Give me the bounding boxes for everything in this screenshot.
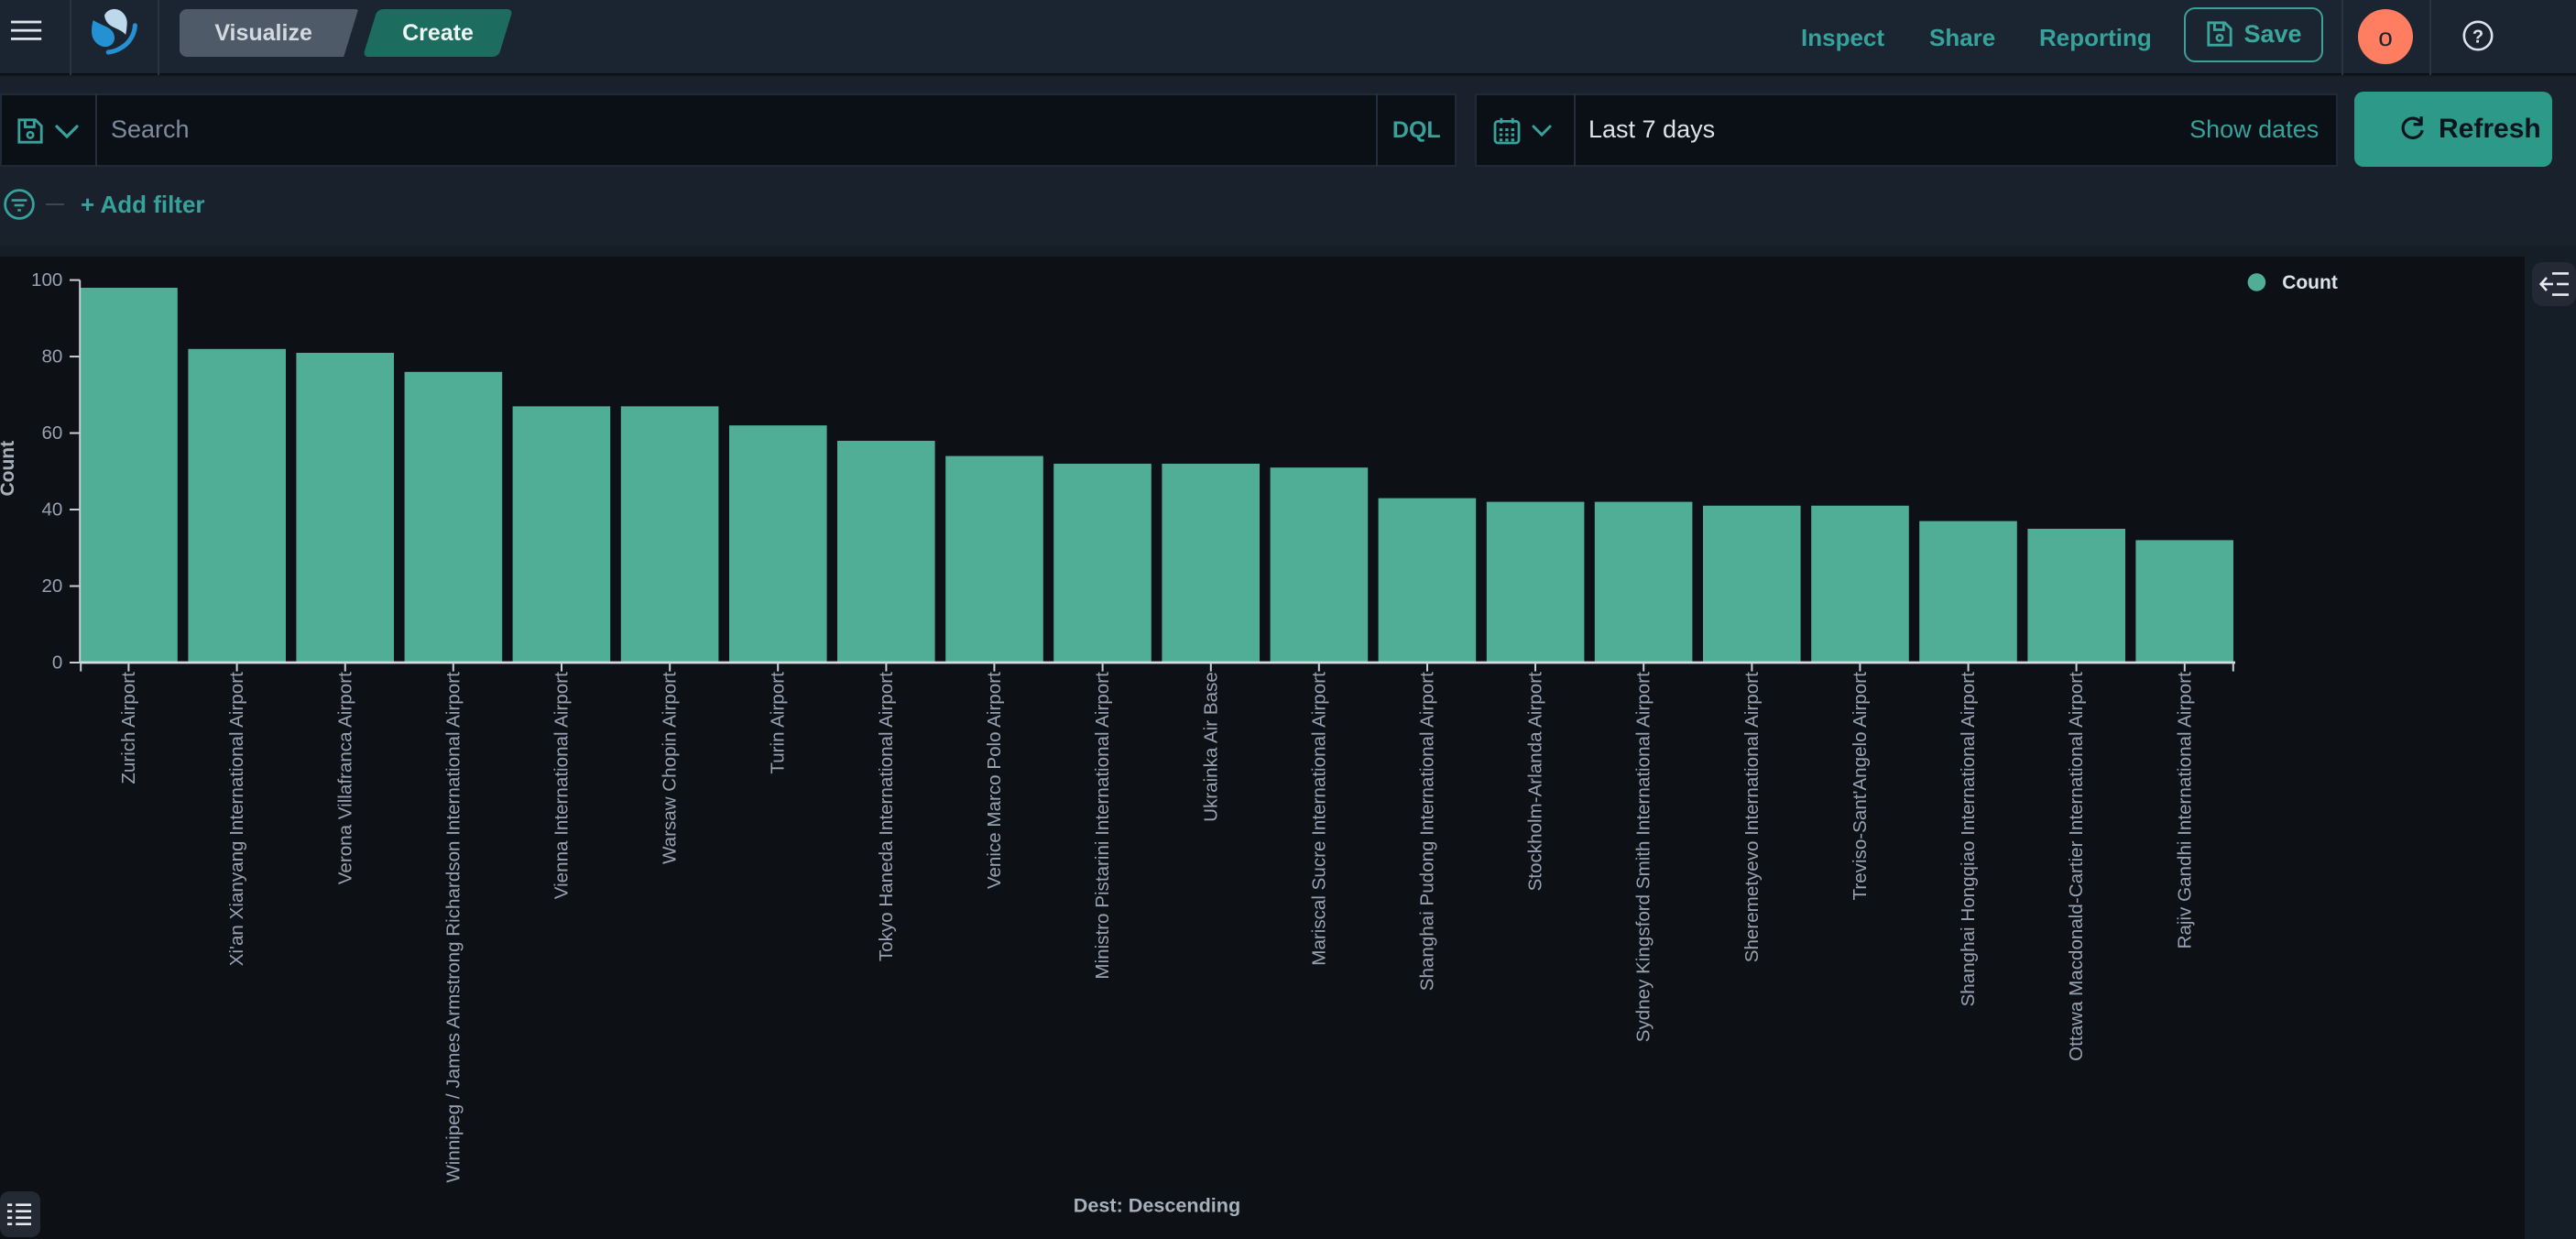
svg-text:Xi'an Xianyang International A: Xi'an Xianyang International Airport <box>226 672 247 966</box>
svg-text:Mariscal Sucre International A: Mariscal Sucre International Airport <box>1308 672 1329 966</box>
svg-text:100: 100 <box>31 269 62 291</box>
svg-text:Rajiv Gandhi International Air: Rajiv Gandhi International Airport <box>2174 672 2195 948</box>
svg-text:Winnipeg / James Armstrong Ric: Winnipeg / James Armstrong Richardson In… <box>442 672 464 1183</box>
svg-text:Ukrainka Air Base: Ukrainka Air Base <box>1200 672 1221 822</box>
svg-text:60: 60 <box>41 422 62 444</box>
svg-text:40: 40 <box>41 499 62 521</box>
svg-text:Shanghai Pudong International: Shanghai Pudong International Airport <box>1417 672 1438 991</box>
svg-text:Stockholm-Arlanda Airport: Stockholm-Arlanda Airport <box>1525 672 1546 891</box>
svg-text:Ministro Pistarini Internation: Ministro Pistarini International Airport <box>1092 672 1113 980</box>
svg-text:Shanghai Hongqiao Internationa: Shanghai Hongqiao International Airport <box>1958 672 1979 1007</box>
svg-text:Ottawa Macdonald-Cartier Inter: Ottawa Macdonald-Cartier International A… <box>2066 672 2087 1061</box>
svg-text:Venice Marco Polo Airport: Venice Marco Polo Airport <box>984 672 1005 889</box>
svg-text:Warsaw Chopin Airport: Warsaw Chopin Airport <box>660 672 681 864</box>
svg-text:Dest: Descending: Dest: Descending <box>1074 1194 1240 1217</box>
svg-text:Vienna International Airport: Vienna International Airport <box>551 672 573 899</box>
svg-text:Count: Count <box>0 441 18 497</box>
svg-text:Verona Villafranca Airport: Verona Villafranca Airport <box>334 672 355 884</box>
svg-text:Treviso-Sant'Angelo Airport: Treviso-Sant'Angelo Airport <box>1850 672 1871 901</box>
svg-text:Turin Airport: Turin Airport <box>768 672 789 774</box>
svg-text:Sydney Kingsford Smith Interna: Sydney Kingsford Smith International Air… <box>1633 672 1654 1042</box>
svg-text:Zurich Airport: Zurich Airport <box>118 672 139 784</box>
svg-text:Tokyo Haneda International Air: Tokyo Haneda International Airport <box>876 672 897 961</box>
svg-text:Count: Count <box>2282 272 2338 293</box>
svg-text:0: 0 <box>52 652 62 674</box>
svg-text:20: 20 <box>41 576 62 597</box>
svg-text:Sheremetyevo International Air: Sheremetyevo International Airport <box>1741 672 1763 962</box>
svg-text:?: ? <box>2472 27 2483 47</box>
svg-text:80: 80 <box>41 346 62 367</box>
